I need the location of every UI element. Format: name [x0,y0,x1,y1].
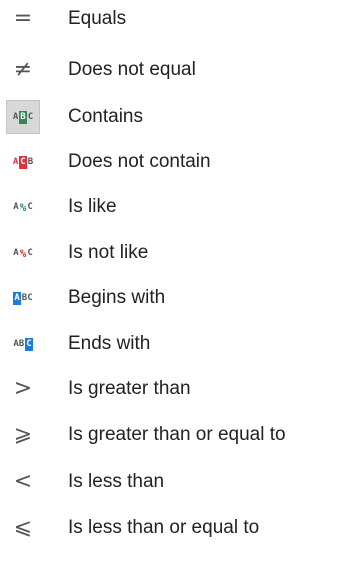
menu-item-does-not-equal[interactable]: ≠ Does not equal [0,51,341,89]
menu-item-is-less-than-or-equal-to[interactable]: ⩽ Is less than or equal to [0,509,341,547]
menu-item-label: Is greater than or equal to [68,424,286,445]
menu-item-does-not-contain[interactable]: ACB Does not contain [0,143,341,181]
menu-item-ends-with[interactable]: AB C Ends with [0,325,341,363]
menu-item-label: Is less than [68,471,165,492]
menu-item-begins-with[interactable]: A BC Begins with [0,279,341,317]
menu-item-is-not-like[interactable]: A% C Is not like [0,234,341,272]
menu-item-is-less-than[interactable]: < Is less than [0,463,341,501]
does-not-contain-icon: ACB [12,155,34,169]
is-like-icon: A% C [13,200,33,214]
not-equal-icon: ≠ [13,57,33,82]
menu-item-is-greater-than-or-equal-to[interactable]: ⩾ Is greater than or equal to [0,416,341,454]
filter-operator-menu: = Equals ≠ Does not equal ABC Contains A… [0,0,341,565]
menu-item-label: Does not contain [68,151,211,172]
menu-item-label: Ends with [68,333,151,354]
greater-or-equal-icon: ⩾ [13,422,33,447]
menu-item-is-like[interactable]: A% C Is like [0,188,341,226]
equals-icon: = [13,6,33,31]
menu-item-label: Is less than or equal to [68,517,260,538]
begins-with-icon: A BC [13,291,33,305]
menu-item-label: Contains [68,106,143,127]
menu-item-is-greater-than[interactable]: > Is greater than [0,370,341,408]
less-or-equal-icon: ⩽ [13,515,33,540]
menu-item-label: Does not equal [68,59,196,80]
menu-item-label: Is not like [68,242,149,263]
menu-item-label: Is like [68,196,117,217]
menu-item-label: Equals [68,8,127,29]
greater-than-icon: > [13,376,33,401]
ends-with-icon: AB C [13,337,33,351]
menu-item-label: Is greater than [68,378,191,399]
menu-item-contains[interactable]: ABC Contains [0,98,341,136]
menu-item-equals[interactable]: = Equals [0,0,341,38]
contains-icon: ABC [6,100,40,134]
menu-item-label: Begins with [68,287,166,308]
is-not-like-icon: A% C [13,246,33,260]
less-than-icon: < [13,469,33,494]
